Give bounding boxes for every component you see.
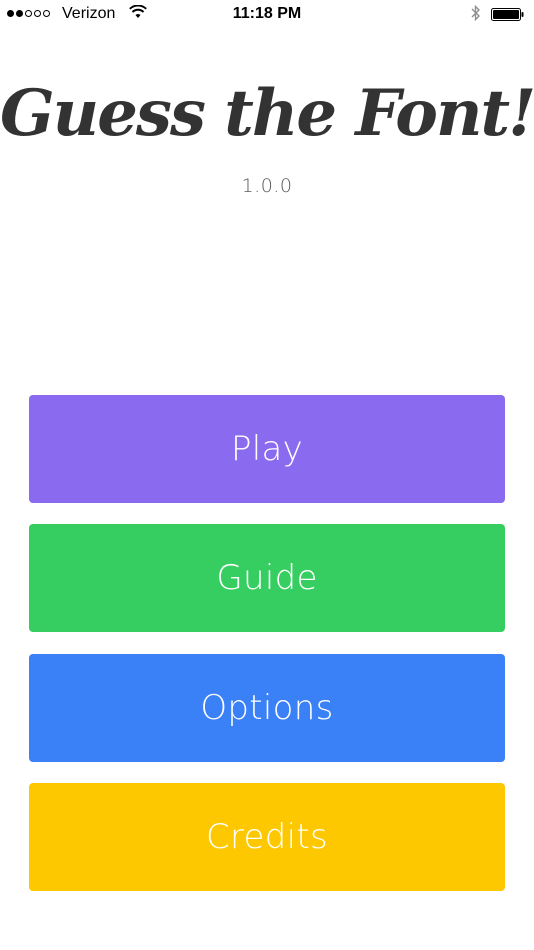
- app-title: Guess the Font!: [0, 76, 534, 151]
- options-button-label: Options: [200, 688, 334, 728]
- credits-button-label: Credits: [205, 817, 329, 857]
- version-label: 1.0.0: [241, 175, 293, 197]
- clock: 11:18 PM: [232, 5, 302, 22]
- guide-button-label: Guide: [216, 558, 318, 598]
- play-button-label: Play: [230, 429, 304, 469]
- battery-icon: [491, 8, 524, 21]
- guide-button[interactable]: Guide: [29, 524, 505, 632]
- status-bar: Verizon 11:18 PM: [0, 0, 534, 30]
- options-button[interactable]: Options: [29, 654, 505, 762]
- bluetooth-icon: [471, 4, 480, 22]
- play-button[interactable]: Play: [29, 395, 505, 503]
- credits-button[interactable]: Credits: [29, 783, 505, 891]
